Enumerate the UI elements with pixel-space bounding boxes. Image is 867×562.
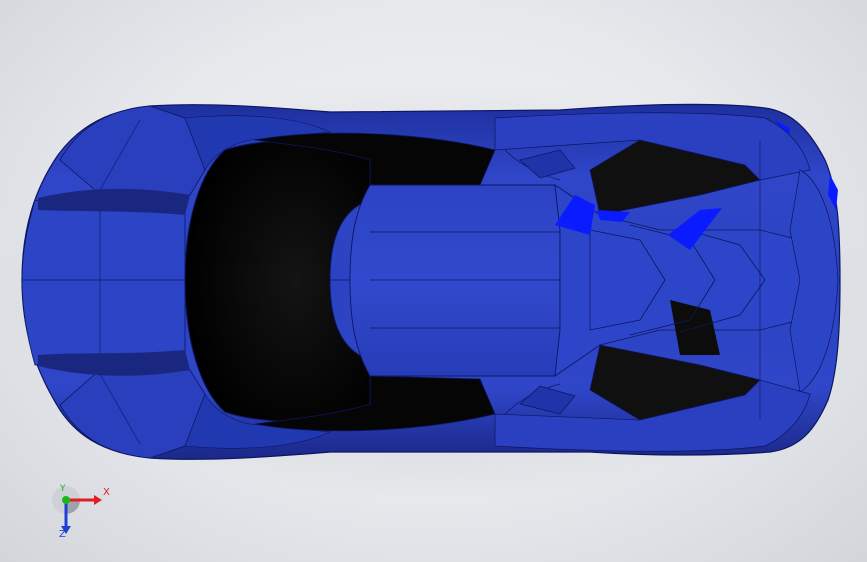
front-bumper bbox=[21, 199, 186, 366]
graphics-viewport[interactable]: X Y Z bbox=[0, 0, 867, 562]
x-axis-label: X bbox=[103, 487, 110, 498]
roof-panel bbox=[349, 184, 561, 377]
triad-axes-icon bbox=[52, 486, 102, 534]
car-model[interactable] bbox=[0, 0, 867, 562]
y-axis-label: Y bbox=[60, 484, 66, 494]
reference-triad: X Y Z bbox=[44, 482, 124, 552]
z-axis-label: Z bbox=[59, 529, 66, 540]
